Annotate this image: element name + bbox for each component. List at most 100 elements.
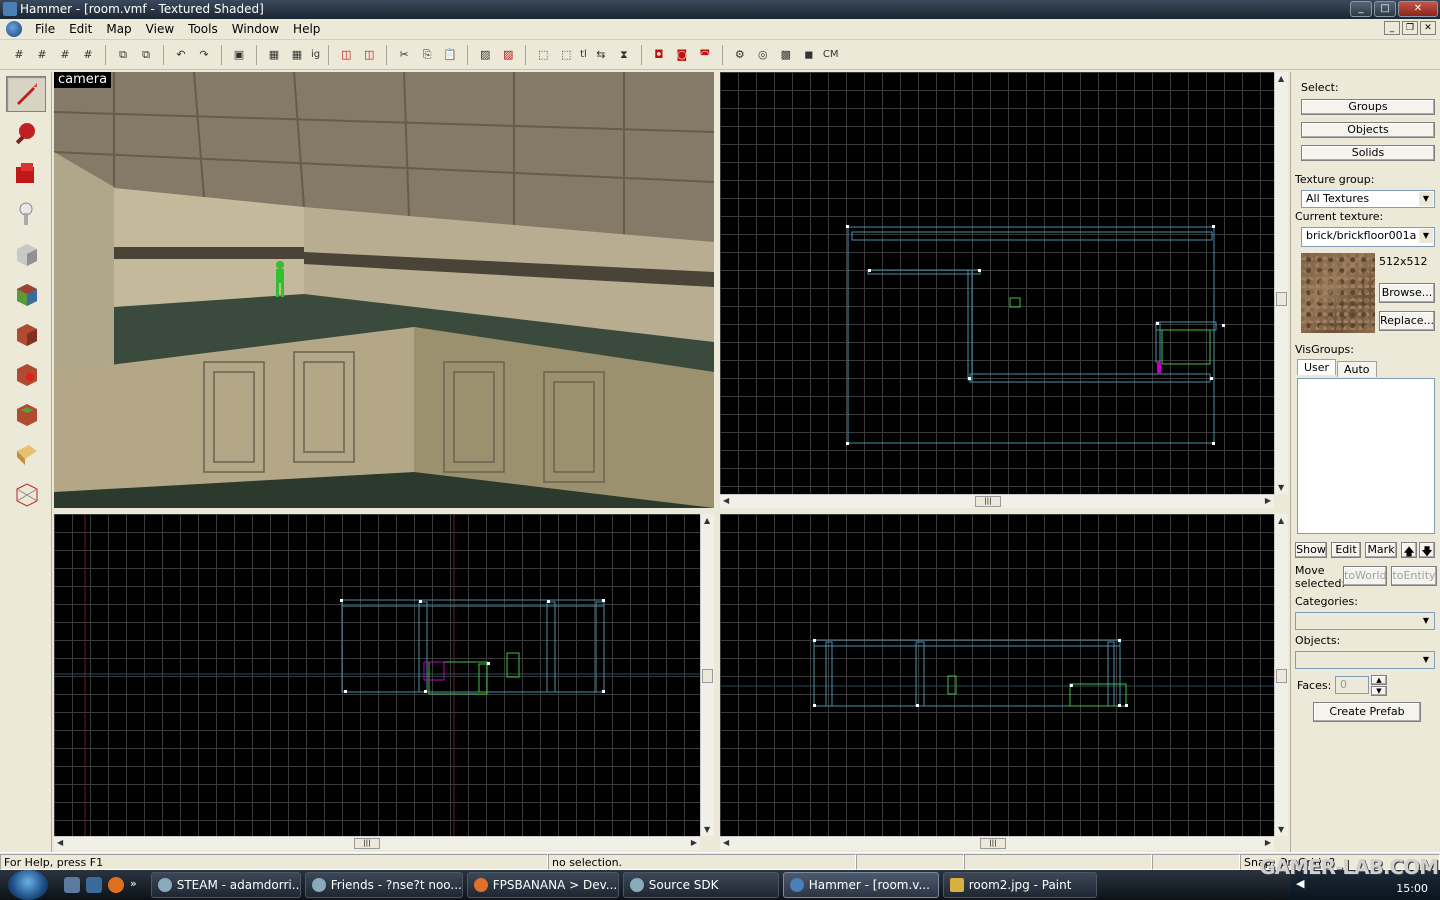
grid-3d-icon[interactable]: # — [77, 44, 99, 66]
select-solids-button[interactable]: Solids — [1301, 145, 1435, 161]
task-hammer[interactable]: Hammer - [room.v... — [782, 872, 939, 898]
hide-selected-icon[interactable]: ▦ — [263, 44, 285, 66]
models-3d-icon[interactable]: ◚ — [694, 44, 716, 66]
models-2d-icon[interactable]: ◙ — [671, 44, 693, 66]
cut-icon[interactable]: ✂ — [393, 44, 415, 66]
mdi-restore-button[interactable]: ❐ — [1402, 21, 1418, 35]
scroll-left-icon[interactable]: ◀ — [57, 838, 63, 847]
faces-input[interactable]: 0 — [1335, 676, 1369, 694]
flip-icon[interactable]: ⇆ — [590, 44, 612, 66]
dropdown-arrow-icon[interactable]: ▼ — [1419, 229, 1433, 243]
maximize-button[interactable]: □ — [1374, 1, 1396, 17]
move-up-button[interactable]: 🡅 — [1401, 542, 1417, 558]
scroll-left-icon[interactable]: ◀ — [723, 838, 729, 847]
move-down-button[interactable]: 🡇 — [1419, 542, 1435, 558]
create-prefab-button[interactable]: Create Prefab — [1313, 702, 1421, 722]
dropdown-arrow-icon[interactable]: ▼ — [1419, 614, 1433, 628]
tool-apply-texture[interactable] — [6, 316, 46, 352]
top-viewport[interactable]: ▲ ▼ ◀ ||| ▶ — [720, 72, 1288, 508]
scroll-thumb[interactable]: ||| — [975, 496, 1001, 507]
front-viewport[interactable]: ▲ ▼ ◀ ||| ▶ — [54, 514, 714, 850]
mdi-close-button[interactable]: ✕ — [1420, 21, 1436, 35]
top-hscroll[interactable]: ◀ ||| ▶ — [720, 494, 1274, 508]
ignore-groups-button[interactable]: ig — [309, 44, 322, 66]
side-vscroll[interactable]: ▲ ▼ — [1274, 514, 1288, 836]
texture-lock-icon[interactable]: ▨ — [474, 44, 496, 66]
tool-entity[interactable] — [6, 196, 46, 232]
undo-icon[interactable]: ↶ — [170, 44, 192, 66]
faces-spin-up[interactable]: ▲ — [1371, 675, 1387, 685]
task-fpsbanana[interactable]: FPSBANANA > Dev... — [466, 872, 619, 898]
scroll-up-icon[interactable]: ▲ — [1278, 516, 1284, 525]
select-by-handles-icon[interactable]: ⬚ — [555, 44, 577, 66]
faces-spin-down[interactable]: ▼ — [1371, 686, 1387, 696]
toggle-helpers-icon[interactable]: ⚙ — [729, 44, 751, 66]
to-entity-button[interactable]: toEntity — [1391, 566, 1437, 586]
menu-view[interactable]: View — [139, 22, 181, 36]
tool-vertex[interactable] — [6, 476, 46, 512]
top-vscroll[interactable]: ▲ ▼ — [1274, 72, 1288, 494]
current-texture-select[interactable]: brick/brickfloor001a ▼ — [1301, 227, 1435, 247]
scroll-right-icon[interactable]: ▶ — [691, 838, 697, 847]
tool-selection[interactable] — [6, 76, 46, 112]
ungroup-icon[interactable]: ⧉ — [135, 44, 157, 66]
menu-map[interactable]: Map — [99, 22, 138, 36]
toggle-groups-icon[interactable]: ▩ — [775, 44, 797, 66]
toggle-tl-button[interactable]: tl — [578, 44, 589, 66]
hollow-icon[interactable]: ◫ — [335, 44, 357, 66]
scroll-down-icon[interactable]: ▼ — [704, 825, 710, 834]
objects-select[interactable]: ▼ — [1295, 651, 1435, 669]
dropdown-arrow-icon[interactable]: ▼ — [1419, 192, 1433, 206]
group-icon[interactable]: ⧉ — [112, 44, 134, 66]
tool-overlay[interactable] — [6, 396, 46, 432]
align-icon[interactable]: ⧗ — [613, 44, 635, 66]
clock[interactable]: 15:00 — [1396, 882, 1428, 895]
tab-auto[interactable]: Auto — [1337, 361, 1377, 377]
minimize-button[interactable]: _ — [1350, 1, 1372, 17]
camera-viewport[interactable]: camera — [54, 72, 714, 508]
tool-camera[interactable] — [6, 156, 46, 192]
grid-larger-icon[interactable]: # — [54, 44, 76, 66]
side-viewport[interactable]: ▲ ▼ ◀ ||| ▶ — [720, 514, 1288, 850]
tool-texture-application[interactable] — [6, 276, 46, 312]
mdi-minimize-button[interactable]: _ — [1384, 21, 1400, 35]
toggle-overlay-icon[interactable]: ◼ — [798, 44, 820, 66]
radius-culling-icon[interactable]: ◘ — [648, 44, 670, 66]
tool-clipping[interactable] — [6, 436, 46, 472]
task-friends[interactable]: Friends - ?nse?t noo... — [304, 872, 463, 898]
quick-launch-more-icon[interactable]: » — [130, 877, 137, 893]
texture-group-select[interactable]: All Textures ▼ — [1301, 190, 1435, 208]
toggle-cordon-icon[interactable]: ◎ — [752, 44, 774, 66]
menu-edit[interactable]: Edit — [62, 22, 99, 36]
task-paint[interactable]: room2.jpg - Paint — [942, 872, 1097, 898]
menu-window[interactable]: Window — [225, 22, 286, 36]
scroll-down-icon[interactable]: ▼ — [1278, 483, 1284, 492]
show-desktop-icon[interactable] — [64, 877, 80, 893]
firefox-icon[interactable] — [108, 877, 124, 893]
scroll-thumb[interactable] — [1276, 669, 1287, 683]
task-source-sdk[interactable]: Source SDK — [622, 872, 779, 898]
task-steam[interactable]: STEAM - adamdorri... — [150, 872, 301, 898]
texture-scale-lock-icon[interactable]: ▨ — [497, 44, 519, 66]
redo-icon[interactable]: ↷ — [193, 44, 215, 66]
tool-block[interactable] — [6, 236, 46, 272]
menu-file[interactable]: File — [28, 22, 62, 36]
scroll-thumb[interactable]: ||| — [980, 838, 1006, 849]
cordon-button[interactable]: CM — [821, 44, 841, 66]
selection-box-icon[interactable]: ⬚ — [532, 44, 554, 66]
menu-help[interactable]: Help — [286, 22, 327, 36]
show-button[interactable]: Show — [1295, 542, 1327, 558]
categories-select[interactable]: ▼ — [1295, 612, 1435, 630]
scroll-down-icon[interactable]: ▼ — [1278, 825, 1284, 834]
copy-icon[interactable]: ⎘ — [416, 44, 438, 66]
replace-button[interactable]: Replace... — [1379, 311, 1435, 331]
mark-button[interactable]: Mark — [1365, 542, 1397, 558]
tool-decal[interactable] — [6, 356, 46, 392]
front-vscroll[interactable]: ▲ ▼ — [700, 514, 714, 836]
front-hscroll[interactable]: ◀ ||| ▶ — [54, 836, 700, 850]
switch-windows-icon[interactable] — [86, 877, 102, 893]
dropdown-arrow-icon[interactable]: ▼ — [1419, 653, 1433, 667]
tab-user[interactable]: User — [1297, 359, 1337, 375]
grid-smaller-icon[interactable]: # — [31, 44, 53, 66]
scroll-right-icon[interactable]: ▶ — [1265, 838, 1271, 847]
